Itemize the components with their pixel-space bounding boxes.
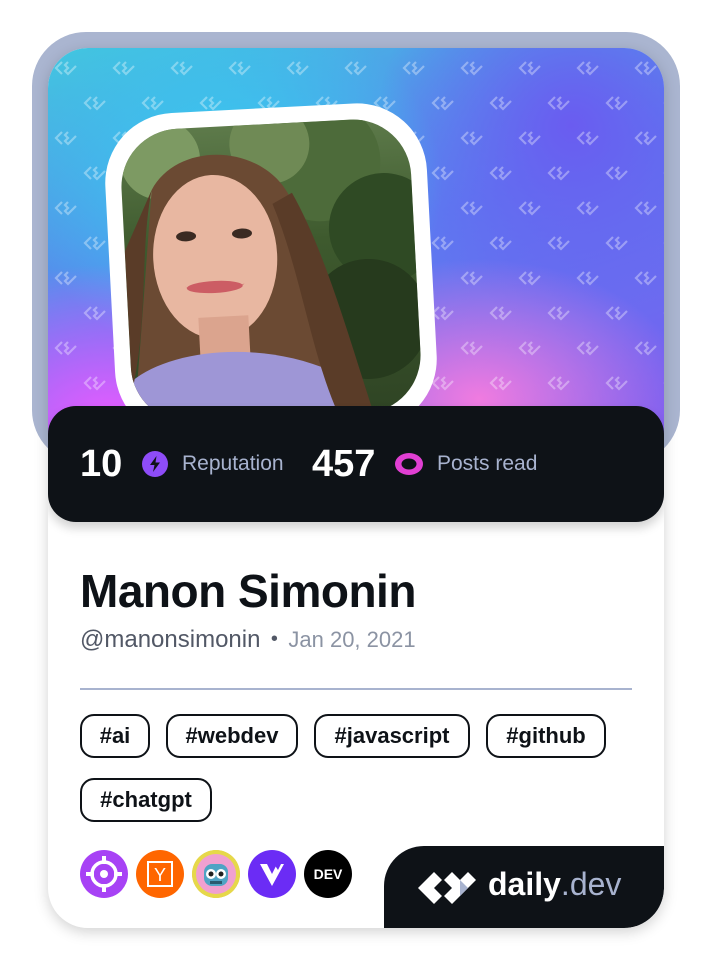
avatar [118, 116, 424, 426]
brand-dev: .dev [560, 866, 622, 902]
posts-read-eye-icon [395, 453, 423, 475]
divider [80, 688, 632, 690]
dev-to-icon: DEV [304, 850, 352, 898]
avatar-frame [101, 99, 441, 443]
robot-source-icon [192, 850, 240, 898]
tag-ai: #ai [80, 714, 150, 758]
devcard: 10 Reputation 457 Posts read Manon Simon… [48, 48, 664, 928]
crosshair-source-icon [80, 850, 128, 898]
stats-bar: 10 Reputation 457 Posts read [48, 406, 664, 522]
daily-dev-logo-icon [418, 872, 476, 904]
profile-name: Manon Simonin [80, 565, 416, 617]
daily-dev-brand: daily.dev [384, 846, 664, 928]
hacker-news-glyph: Y [154, 865, 166, 885]
posts-read-value: 457 [312, 443, 376, 485]
dev-to-glyph: DEV [314, 866, 343, 882]
posts-read-label: Posts read [437, 452, 538, 475]
reputation-value: 10 [80, 443, 123, 485]
tag-webdev: #webdev [166, 714, 298, 758]
profile-handle: @manonsimonin [80, 626, 261, 653]
vercel-v-icon [248, 850, 296, 898]
profile-meta: @manonsimonin • Jan 20, 2021 [80, 626, 416, 656]
daily-dev-wordmark: daily.dev [488, 866, 621, 903]
reputation-label: Reputation [182, 452, 284, 475]
meta-separator: • [270, 628, 278, 650]
tag-javascript: #javascript [314, 714, 470, 758]
tag-chatgpt: #chatgpt [80, 778, 212, 822]
hacker-news-icon: Y [136, 850, 184, 898]
tag-github: #github [486, 714, 606, 758]
brand-daily: daily [488, 866, 561, 902]
reputation-bolt-icon [142, 451, 168, 477]
joined-date: Jan 20, 2021 [288, 627, 416, 652]
